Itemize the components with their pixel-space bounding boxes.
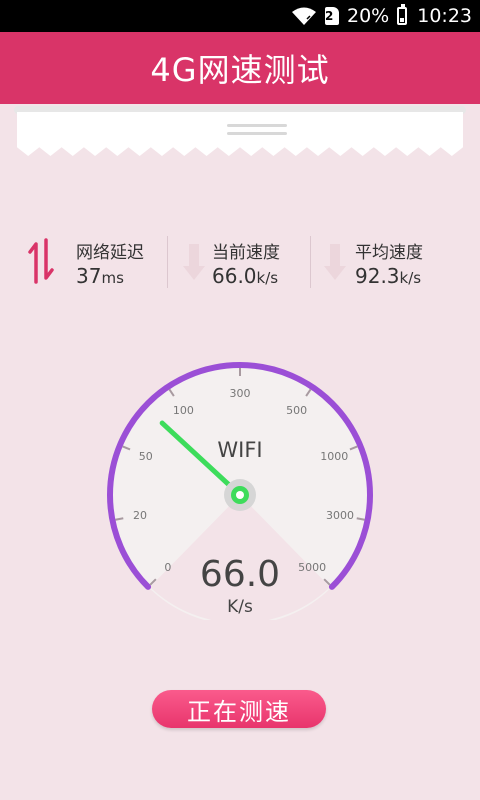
needle-hub-center	[236, 491, 244, 499]
sim-icon: 2	[325, 7, 339, 25]
current-speed-label: 当前速度	[212, 243, 280, 263]
page-title: 4G网速测试	[150, 51, 330, 89]
speed-gauge: 0 20 50 100 300 500 1000 3000 5000 WIFI …	[107, 362, 373, 620]
scale-label: 100	[173, 404, 194, 417]
wifi-icon	[291, 6, 317, 26]
status-time: 10:23	[417, 5, 472, 27]
scale-label: 0	[164, 561, 171, 574]
average-speed-value: 92.3k/s	[355, 264, 422, 288]
scale-label: 1000	[320, 450, 348, 463]
battery-percent: 20%	[347, 5, 390, 27]
scale-label: 50	[139, 450, 153, 463]
download-arrow-icon	[323, 242, 347, 286]
updown-arrows-icon	[28, 238, 54, 288]
result-paper	[17, 112, 463, 156]
scale-label: 20	[133, 509, 147, 522]
testing-button[interactable]: 正在测速	[152, 690, 326, 728]
stat-latency: 网络延迟 37ms	[0, 228, 160, 292]
download-arrow-icon	[182, 242, 206, 286]
network-type-label: WIFI	[217, 438, 262, 462]
scale-label: 3000	[326, 509, 354, 522]
scale-label: 300	[230, 387, 251, 400]
scale-label: 5000	[298, 561, 326, 574]
latency-value: 37ms	[76, 264, 124, 288]
paper-handle	[227, 132, 287, 135]
paper-handle	[227, 124, 287, 127]
average-speed-label: 平均速度	[355, 243, 423, 263]
scale-label: 500	[286, 404, 307, 417]
latency-label: 网络延迟	[76, 243, 144, 263]
battery-icon	[397, 4, 408, 25]
status-bar: 2 20% 10:23	[0, 0, 480, 32]
stats-row: 网络延迟 37ms 当前速度 66.0k/s 平均速度 92.3k/s	[0, 228, 480, 292]
speed-readout: 66.0	[200, 554, 280, 595]
stat-average-speed: 平均速度 92.3k/s	[311, 228, 480, 292]
app-header: 4G网速测试	[0, 32, 480, 104]
stat-current-speed: 当前速度 66.0k/s	[168, 228, 310, 292]
speed-unit: K/s	[227, 597, 253, 617]
current-speed-value: 66.0k/s	[212, 264, 279, 288]
